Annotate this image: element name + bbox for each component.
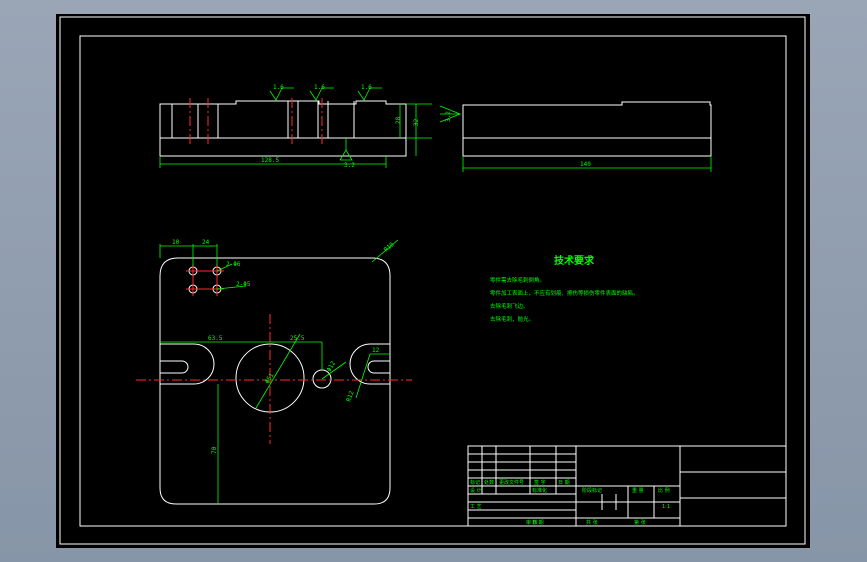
svg-text:1.6: 1.6	[314, 84, 325, 91]
dim-small-hole: Φ12	[326, 360, 338, 373]
svg-text:1.6: 1.6	[361, 84, 372, 91]
tech-title: 技术要求	[554, 254, 595, 267]
svg-text:3.2: 3.2	[344, 162, 355, 169]
tb-r1-1: 处数	[484, 479, 494, 486]
dim-front-width: 128.5	[261, 157, 279, 164]
sheet-border	[59, 16, 806, 545]
top-view: 10 24 R10 63.5 25.5 Φ51 Φ12 12 R12 70 2-…	[136, 239, 412, 505]
roughness-mark-3: 1.6	[357, 84, 382, 101]
svg-text:1.6: 1.6	[273, 84, 284, 91]
dim-right-slot-radius: R12	[345, 390, 355, 403]
dim-hole-callout-2: 2-Φ5	[236, 281, 251, 288]
dim-side-width: 140	[580, 161, 591, 168]
front-view: 128.5 28 32 1.6 1.6 1.6 3.2	[159, 84, 432, 169]
side-view: 140 3.2	[439, 101, 712, 172]
dim-corner-radius: R10	[383, 241, 396, 254]
tb-r2-0: 设 计	[470, 487, 482, 494]
cad-viewport[interactable]: 128.5 28 32 1.6 1.6 1.6 3.2 140 3.2 10 2…	[56, 14, 810, 548]
tb-r3-2: 第 张	[634, 519, 646, 526]
drawing-canvas: 128.5 28 32 1.6 1.6 1.6 3.2 140 3.2 10 2…	[59, 16, 806, 545]
dim-right-slot: 12	[372, 347, 380, 354]
tb-r4-1: 日 期	[532, 520, 544, 526]
tb-r1-2: 更改文件号	[499, 479, 524, 486]
roughness-mark-1: 1.6	[269, 84, 294, 101]
tb-r4-0: 工 艺	[470, 504, 482, 510]
svg-text:3.2: 3.2	[445, 111, 452, 122]
tb-r2-1: 标准化	[532, 487, 547, 494]
dim-front-h2: 32	[413, 118, 420, 126]
tb-r1-3: 签 字	[534, 479, 546, 486]
dim-top-24: 24	[202, 239, 210, 246]
tb-r1-4: 日 期	[558, 480, 570, 486]
tb-r3-1: 共 张	[586, 519, 598, 526]
roughness-mark-2: 1.6	[309, 84, 334, 101]
dim-hole-callout-1: 2-Φ6	[226, 261, 241, 268]
roughness-mark-5: 3.2	[439, 105, 462, 123]
tb-r2-3: 重 量	[632, 487, 644, 494]
tech-note-2: 零件加工表面上，不应有划痕、擦伤等损伤零件表面的缺陷。	[490, 289, 639, 297]
tech-requirements: 技术要求 零件需去除毛刺倒角。 零件加工表面上，不应有划痕、擦伤等损伤零件表面的…	[490, 254, 639, 323]
tech-note-1: 零件需去除毛刺倒角。	[490, 276, 545, 284]
tb-r2-4: 比 例	[658, 487, 670, 494]
tech-note-4: 去除毛刺，抛光。	[490, 315, 534, 323]
dim-vertical: 70	[211, 446, 218, 454]
tb-scale: 1:1	[662, 504, 670, 510]
dim-front-h1: 28	[395, 116, 402, 124]
dim-left-slot: 63.5	[208, 335, 223, 342]
tb-r2-2: 阶段标记	[582, 487, 602, 494]
dim-top-10: 10	[172, 239, 180, 246]
tech-note-3: 去除毛刺飞边。	[490, 302, 529, 310]
tb-r1-0: 标记	[470, 479, 480, 486]
title-block: 标记 处数 更改文件号 签 字 日 期 设 计 标准化 阶段标记 重 量 比 例…	[467, 445, 787, 527]
